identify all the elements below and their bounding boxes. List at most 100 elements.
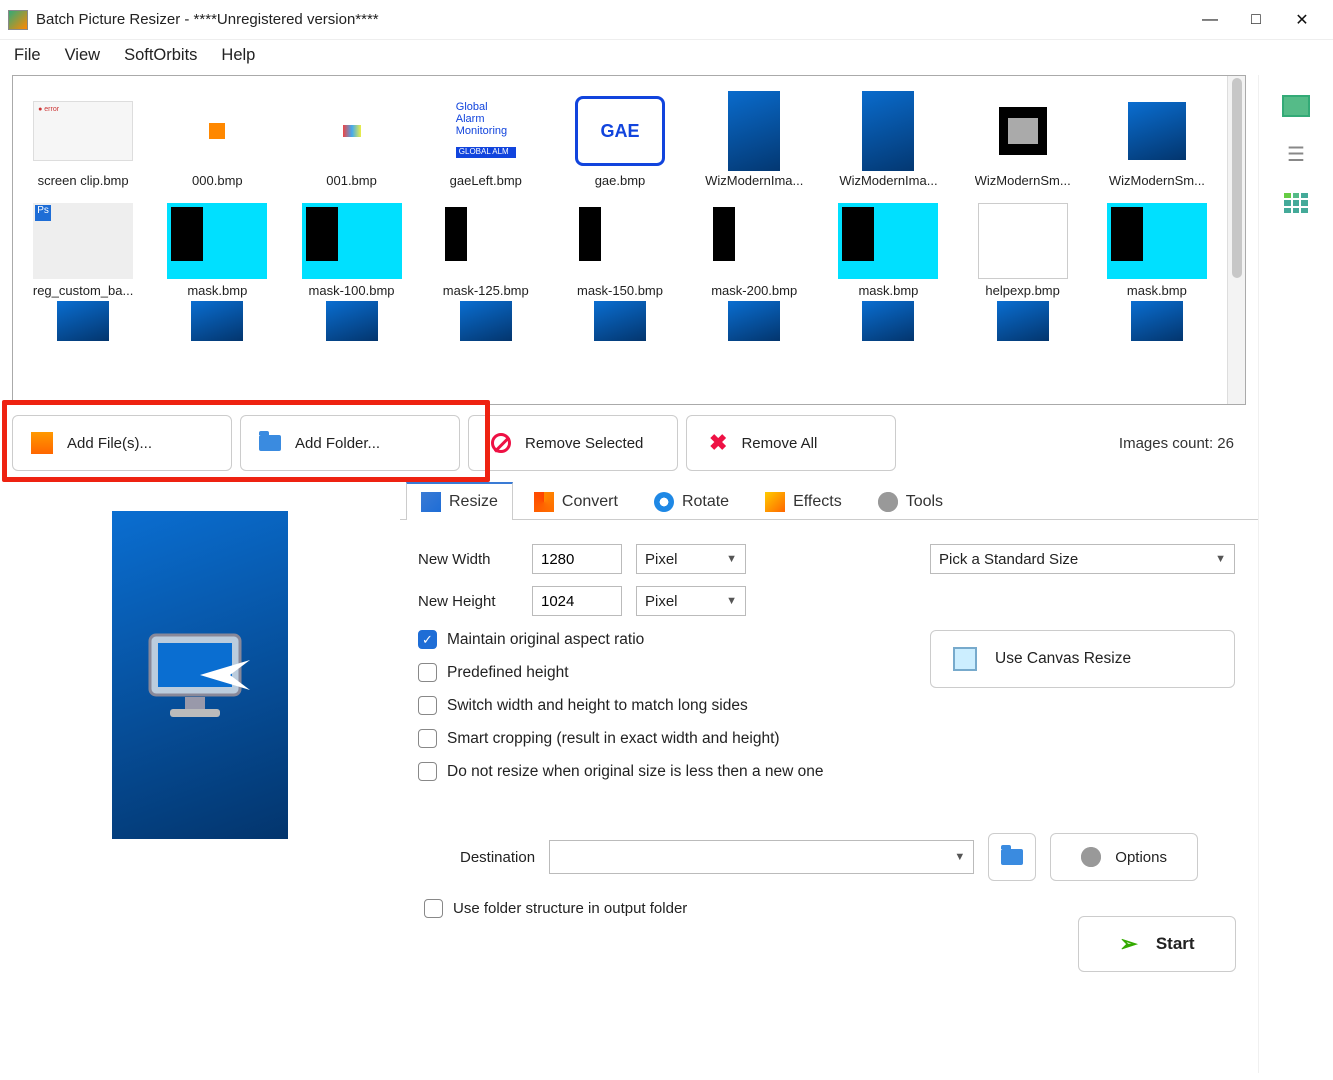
thumbnail-item[interactable] <box>151 300 283 342</box>
folder-icon <box>1001 849 1023 865</box>
thumbnail-item[interactable]: ● error screen clip.bmp <box>17 80 149 188</box>
thumbnail-item[interactable] <box>688 300 820 342</box>
remove-all-label: Remove All <box>741 435 817 452</box>
canvas-resize-button[interactable]: Use Canvas Resize <box>930 630 1235 688</box>
thumbnail-label: WizModernSm... <box>975 173 1071 188</box>
tab-convert[interactable]: Convert <box>519 483 633 520</box>
thumbnail-item[interactable]: Psreg_custom_ba... <box>17 190 149 298</box>
thumbnail-item[interactable]: WizModernIma... <box>822 80 954 188</box>
no-resize-label: Do not resize when original size is less… <box>447 763 824 781</box>
switch-sides-label: Switch width and height to match long si… <box>447 697 748 715</box>
destination-input[interactable]: ▼ <box>549 840 974 874</box>
menu-file[interactable]: File <box>14 46 41 65</box>
menu-softorbits[interactable]: SoftOrbits <box>124 46 197 65</box>
options-button[interactable]: Options <box>1050 833 1198 881</box>
add-files-button[interactable]: Add File(s)... <box>12 415 232 471</box>
rotate-icon <box>654 492 674 512</box>
thumbnail-item[interactable]: 000.bmp <box>151 80 283 188</box>
thumbnail-item[interactable]: GlobalAlarmMonitoringGLOBAL ALMgaeLeft.b… <box>420 80 552 188</box>
thumbnail-item[interactable] <box>554 300 686 342</box>
thumbnail-label: screen clip.bmp <box>38 173 129 188</box>
thumbnail-item[interactable]: mask-150.bmp <box>554 190 686 298</box>
height-unit-label: Pixel <box>645 593 678 610</box>
view-thumbnails-icon[interactable] <box>1282 95 1310 117</box>
thumbnail-item[interactable]: mask.bmp <box>151 190 283 298</box>
thumbnail-item[interactable]: helpexp.bmp <box>957 190 1089 298</box>
menu-view[interactable]: View <box>65 46 100 65</box>
tab-effects[interactable]: Effects <box>750 483 857 520</box>
switch-sides-checkbox[interactable] <box>418 696 437 715</box>
thumbnail-scrollbar[interactable] <box>1227 76 1245 404</box>
thumbnail-image: ● error <box>33 91 133 171</box>
remove-all-button[interactable]: ✖ Remove All <box>686 415 896 471</box>
width-unit-select[interactable]: Pixel ▼ <box>636 544 746 574</box>
start-button[interactable]: ➢ Start <box>1078 916 1236 972</box>
canvas-resize-label: Use Canvas Resize <box>995 650 1131 668</box>
thumbnail-item[interactable]: WizModernSm... <box>957 80 1089 188</box>
thumbnail-image <box>302 201 402 281</box>
width-unit-label: Pixel <box>645 551 678 568</box>
smart-crop-checkbox[interactable] <box>418 729 437 748</box>
remove-selected-label: Remove Selected <box>525 435 643 452</box>
start-icon: ➢ <box>1119 931 1137 957</box>
tab-convert-label: Convert <box>562 493 618 511</box>
canvas-icon <box>953 647 977 671</box>
thumbnail-label: helpexp.bmp <box>985 283 1059 298</box>
preview-pane <box>0 481 400 1073</box>
height-unit-select[interactable]: Pixel ▼ <box>636 586 746 616</box>
thumbnail-image <box>1107 300 1207 342</box>
minimize-button[interactable]: — <box>1187 4 1233 36</box>
chevron-down-icon: ▼ <box>726 595 737 607</box>
tools-icon <box>878 492 898 512</box>
settings-tabs: Resize Convert Rotate Effects <box>400 481 1258 520</box>
thumbnail-item[interactable] <box>420 300 552 342</box>
thumbnail-image <box>973 201 1073 281</box>
predef-height-checkbox[interactable] <box>418 663 437 682</box>
thumbnail-item[interactable]: mask.bmp <box>1091 190 1223 298</box>
browse-destination-button[interactable] <box>988 833 1036 881</box>
thumbnail-item[interactable] <box>17 300 149 342</box>
remove-selected-button[interactable]: Remove Selected <box>468 415 678 471</box>
close-button[interactable]: ✕ <box>1279 4 1325 36</box>
thumbnail-item[interactable] <box>957 300 1089 342</box>
aspect-ratio-checkbox[interactable]: ✓ <box>418 630 437 649</box>
thumbnail-item[interactable] <box>285 300 417 342</box>
thumbnail-item[interactable]: 001.bmp <box>285 80 417 188</box>
thumbnail-item[interactable]: mask-200.bmp <box>688 190 820 298</box>
standard-size-select[interactable]: Pick a Standard Size ▼ <box>930 544 1235 574</box>
thumbnail-image: GAE <box>570 91 670 171</box>
tab-tools[interactable]: Tools <box>863 483 958 520</box>
chevron-down-icon: ▼ <box>726 553 737 565</box>
view-grid-icon[interactable] <box>1284 193 1308 213</box>
thumbnail-image <box>302 300 402 342</box>
thumbnail-label: WizModernIma... <box>705 173 803 188</box>
menu-help[interactable]: Help <box>221 46 255 65</box>
thumbnail-item[interactable]: mask-100.bmp <box>285 190 417 298</box>
thumbnail-image: Ps <box>33 201 133 281</box>
thumbnail-image <box>302 91 402 171</box>
thumbnail-item[interactable] <box>822 300 954 342</box>
no-resize-checkbox[interactable] <box>418 762 437 781</box>
new-width-input[interactable] <box>532 544 622 574</box>
menu-bar: File View SoftOrbits Help <box>0 40 1333 75</box>
view-list-icon[interactable]: ☰ <box>1287 145 1305 165</box>
maximize-button[interactable]: □ <box>1233 4 1279 36</box>
thumbnail-item[interactable]: GAEgae.bmp <box>554 80 686 188</box>
thumbnail-item[interactable]: mask.bmp <box>822 190 954 298</box>
add-folder-button[interactable]: Add Folder... <box>240 415 460 471</box>
thumbnail-item[interactable]: WizModernIma... <box>688 80 820 188</box>
gear-icon <box>1081 847 1101 867</box>
tab-resize[interactable]: Resize <box>406 482 513 520</box>
thumbnail-image <box>838 201 938 281</box>
thumbnail-item[interactable]: WizModernSm... <box>1091 80 1223 188</box>
thumbnail-item[interactable]: mask-125.bmp <box>420 190 552 298</box>
add-files-label: Add File(s)... <box>67 435 152 452</box>
window-title: Batch Picture Resizer - ****Unregistered… <box>36 11 1187 28</box>
thumbnail-image <box>570 300 670 342</box>
thumbnail-pane[interactable]: ● error screen clip.bmp 000.bmp001.bmpGlob… <box>12 75 1246 405</box>
thumbnail-item[interactable] <box>1091 300 1223 342</box>
thumbnail-image <box>167 300 267 342</box>
tab-rotate[interactable]: Rotate <box>639 483 744 520</box>
new-height-input[interactable] <box>532 586 622 616</box>
thumbnail-image <box>838 300 938 342</box>
